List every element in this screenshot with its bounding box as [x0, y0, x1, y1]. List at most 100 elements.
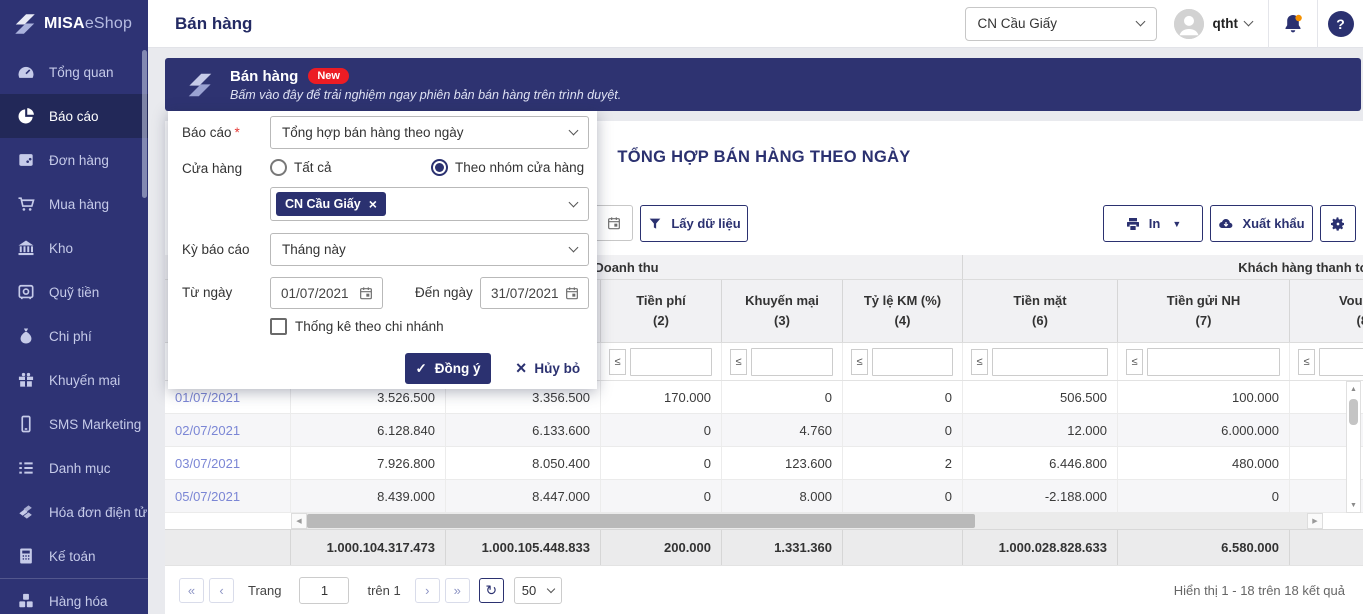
filter-input[interactable]	[751, 348, 833, 376]
cell-cash: 12.000	[963, 414, 1118, 446]
page-size-value: 50	[522, 583, 536, 598]
cell-bank-transfer: 6.000.000	[1118, 414, 1290, 446]
sidebar-nav: Tổng quan Báo cáo Đơn hàng Mua hàng Kho …	[0, 48, 148, 614]
row-date-link[interactable]: 05/07/2021	[165, 480, 291, 512]
store-multiselect[interactable]: CN Cầu Giấy ×	[270, 187, 589, 221]
page-label: Trang	[248, 583, 281, 598]
remove-tag-icon[interactable]: ×	[369, 196, 377, 212]
notifications-button[interactable]	[1269, 12, 1317, 36]
list-icon	[16, 458, 36, 478]
avatar[interactable]	[1174, 9, 1204, 39]
filter-cell-promo: ≤	[722, 343, 843, 380]
print-button[interactable]: In ▼	[1103, 205, 1203, 242]
first-page-button[interactable]: «	[179, 578, 204, 603]
user-menu[interactable]: qtht	[1213, 16, 1252, 31]
horizontal-scrollbar: ◀ ▶	[165, 513, 1363, 529]
table-settings-button[interactable]	[1320, 205, 1356, 242]
sidebar-item-sms-marketing[interactable]: SMS Marketing	[0, 402, 148, 446]
horizontal-scroll-thumb[interactable]	[307, 514, 975, 528]
report-type-select[interactable]: Tổng hợp bán hàng theo ngày	[270, 116, 589, 149]
sidebar-item-tong-quan[interactable]: Tổng quan	[0, 50, 148, 94]
branch-stats-checkbox[interactable]	[270, 318, 287, 335]
next-page-button[interactable]: ›	[415, 578, 440, 603]
from-date-input[interactable]: 01/07/2021	[270, 277, 383, 309]
table-body: 01/07/2021 3.526.500 3.356.500 170.000 0…	[165, 381, 1363, 513]
sidebar-item-hang-hoa[interactable]: Hàng hóa	[0, 579, 148, 614]
scroll-right-button[interactable]: ▶	[1307, 513, 1323, 529]
cancel-button[interactable]: × Hủy bỏ	[502, 353, 594, 384]
vertical-scrollbar: ▲ ▼	[1346, 381, 1361, 513]
filter-operator-select[interactable]: ≤	[851, 349, 868, 375]
ok-label: Đồng ý	[435, 361, 481, 376]
column-header-cash: Tiền mặt(6)	[963, 280, 1118, 342]
scroll-down-button[interactable]: ▼	[1350, 498, 1357, 512]
filter-input[interactable]	[872, 348, 953, 376]
store-tag: CN Cầu Giấy ×	[276, 192, 386, 216]
sidebar-item-mua-hang[interactable]: Mua hàng	[0, 182, 148, 226]
get-data-button[interactable]: Lấy dữ liệu	[640, 205, 748, 242]
help-button[interactable]: ?	[1328, 11, 1354, 37]
sidebar-item-danh-muc[interactable]: Danh mục	[0, 446, 148, 490]
sidebar-item-khuyen-mai[interactable]: Khuyến mại	[0, 358, 148, 402]
row-date-link[interactable]: 03/07/2021	[165, 447, 291, 479]
topbar: Bán hàng CN Cầu Giấy qtht ?	[148, 0, 1363, 48]
total-revenue-2: 1.000.105.448.833	[446, 530, 601, 565]
vertical-scroll-thumb[interactable]	[1349, 399, 1358, 425]
filter-operator-select[interactable]: ≤	[1298, 349, 1315, 375]
refresh-button[interactable]: ↻	[479, 578, 504, 603]
sidebar-item-bao-cao[interactable]: Báo cáo	[0, 94, 148, 138]
chevron-down-icon	[569, 126, 579, 136]
sidebar-item-label: Tổng quan	[49, 65, 114, 80]
store-label: Cửa hàng	[182, 161, 242, 176]
print-label: In	[1149, 216, 1161, 231]
to-date-input[interactable]: 31/07/2021	[480, 277, 589, 309]
filter-input[interactable]	[1147, 348, 1280, 376]
ok-button[interactable]: ✓ Đồng ý	[405, 353, 491, 384]
sidebar-item-quy-tien[interactable]: Quỹ tiền	[0, 270, 148, 314]
radio-selected-icon	[431, 159, 448, 176]
total-promo-rate	[843, 530, 963, 565]
period-select[interactable]: Tháng này	[270, 233, 589, 266]
page-number-input[interactable]	[299, 577, 349, 604]
page-size-select[interactable]: 50	[514, 577, 562, 604]
prev-page-button[interactable]: ‹	[209, 578, 234, 603]
radio-by-store-group[interactable]: Theo nhóm cửa hàng	[431, 159, 584, 176]
store-selector[interactable]: CN Cầu Giấy	[965, 7, 1157, 41]
last-page-button[interactable]: »	[445, 578, 470, 603]
row-date-link[interactable]: 02/07/2021	[165, 414, 291, 446]
export-button[interactable]: Xuất khẩu	[1210, 205, 1313, 242]
horizontal-scroll-track[interactable]	[307, 513, 1307, 529]
scroll-up-button[interactable]: ▲	[1350, 382, 1357, 396]
calendar-icon	[564, 285, 580, 301]
chevron-down-icon	[1244, 17, 1254, 27]
radio-all-stores[interactable]: Tất cả	[270, 159, 332, 176]
filter-operator-select[interactable]: ≤	[730, 349, 747, 375]
gear-icon	[1330, 216, 1346, 232]
notification-badge	[1295, 14, 1301, 20]
filter-operator-select[interactable]: ≤	[1126, 349, 1143, 375]
filter-operator-select[interactable]: ≤	[971, 349, 988, 375]
banner-subtitle: Bấm vào đây để trải nghiệm ngay phiên bả…	[230, 88, 621, 102]
sidebar-item-chi-phi[interactable]: Chi phí	[0, 314, 148, 358]
sidebar-item-ke-toan[interactable]: Kế toán	[0, 534, 148, 578]
filter-input[interactable]	[992, 348, 1108, 376]
cell-promo: 8.000	[722, 480, 843, 512]
cell-promo: 4.760	[722, 414, 843, 446]
sidebar-item-hoa-don-dien-tu[interactable]: Hóa đơn điện tử	[0, 490, 148, 534]
cell-fee: 170.000	[601, 381, 722, 413]
filter-input[interactable]	[630, 348, 712, 376]
export-label: Xuất khẩu	[1242, 216, 1304, 231]
cell-bank-transfer: 100.000	[1118, 381, 1290, 413]
sidebar-item-don-hang[interactable]: Đơn hàng	[0, 138, 148, 182]
cell-promo: 0	[722, 381, 843, 413]
sidebar-scrollbar-thumb[interactable]	[142, 50, 147, 198]
app-screen: MISAeShop Tổng quan Báo cáo Đơn hàng Mua…	[0, 0, 1363, 614]
filter-operator-select[interactable]: ≤	[609, 349, 626, 375]
filter-input[interactable]	[1319, 348, 1363, 376]
new-badge: New	[308, 68, 349, 84]
sidebar-item-kho[interactable]: Kho	[0, 226, 148, 270]
app-logo[interactable]: MISAeShop	[0, 0, 148, 48]
sales-promo-banner[interactable]: Bán hàng New Bấm vào đây để trải nghiệm …	[165, 58, 1361, 111]
scroll-left-button[interactable]: ◀	[291, 513, 307, 529]
period-value: Tháng này	[282, 242, 570, 257]
